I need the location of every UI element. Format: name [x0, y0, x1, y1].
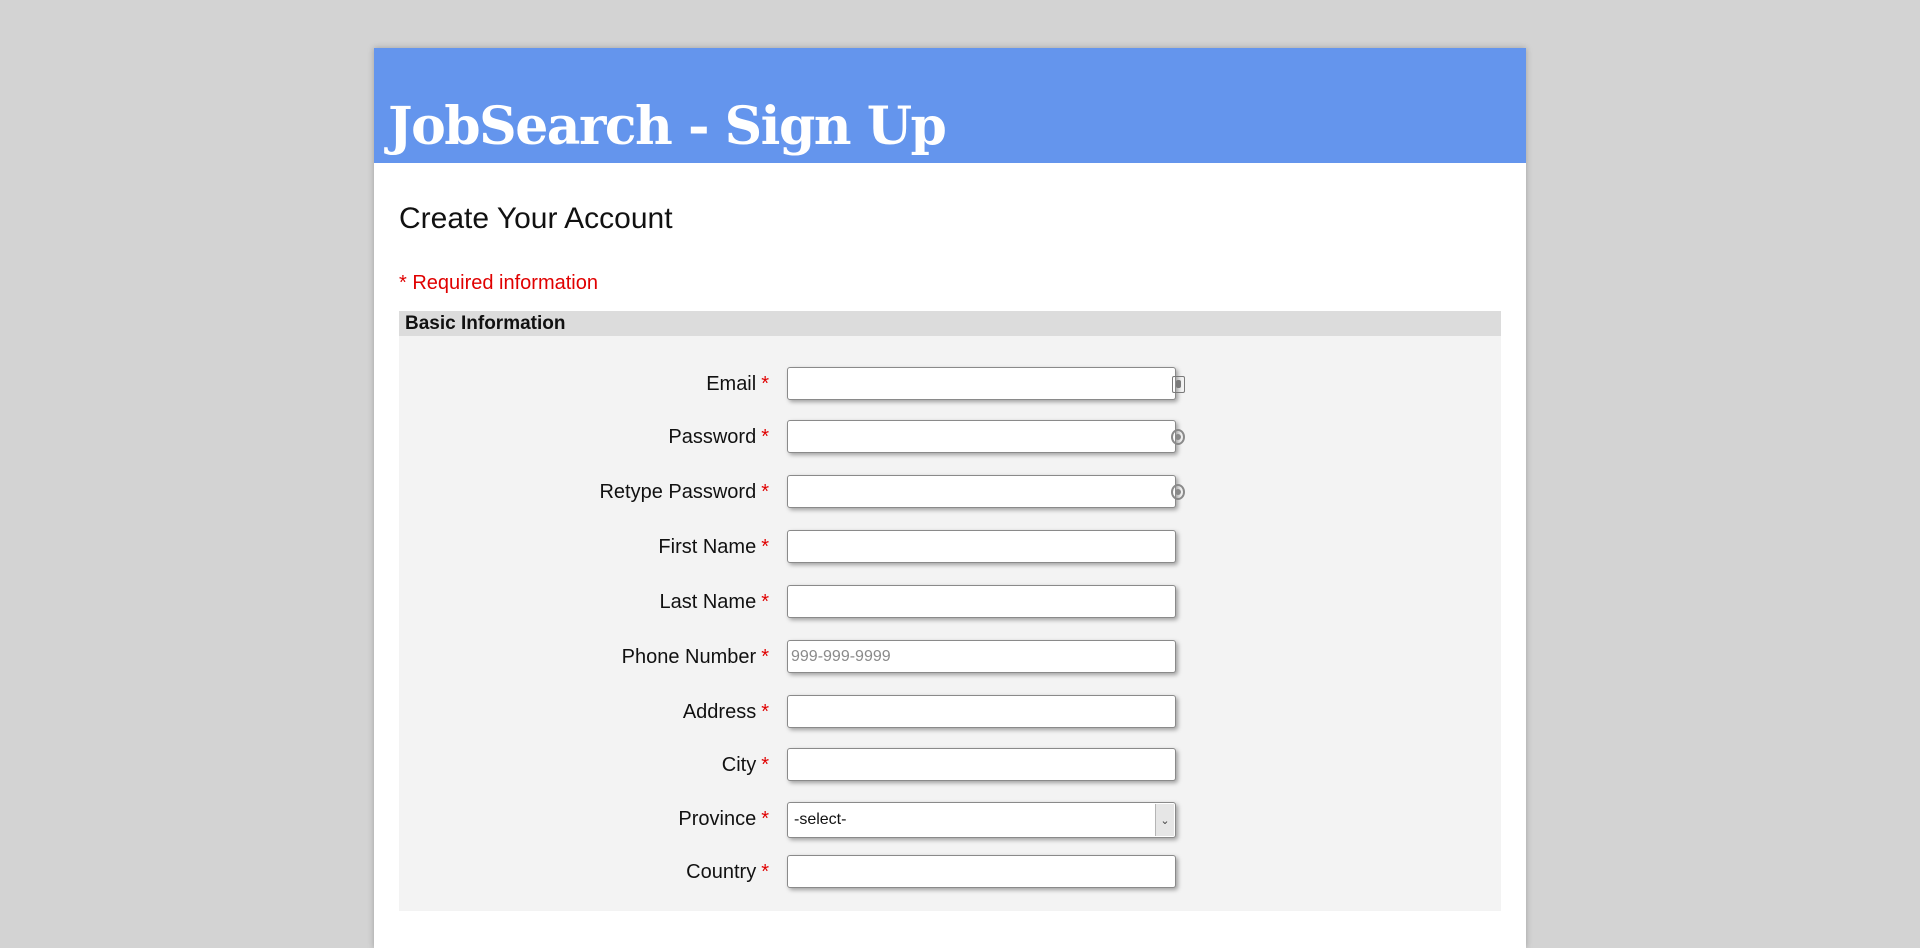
- phone-label: Phone Number *: [621, 646, 769, 668]
- password-label: Password *: [668, 426, 769, 448]
- last-name-row: Last Name *: [399, 585, 1501, 619]
- page-title: Create Your Account: [399, 202, 673, 235]
- province-selected-value: -select-: [794, 811, 847, 828]
- required-note: * Required information: [399, 272, 598, 294]
- retype-password-field[interactable]: [787, 475, 1176, 508]
- province-select[interactable]: -select- ⌄: [787, 802, 1176, 838]
- app-header: JobSearch - Sign Up: [374, 48, 1526, 163]
- province-row: Province * -select- ⌄: [399, 802, 1501, 838]
- required-marker: *: [761, 426, 769, 448]
- retype-password-row: Retype Password *: [399, 475, 1501, 509]
- city-field[interactable]: [787, 748, 1176, 781]
- required-marker: *: [761, 701, 769, 723]
- required-marker: *: [761, 754, 769, 776]
- required-marker: *: [761, 591, 769, 613]
- required-marker: *: [761, 481, 769, 503]
- last-name-field[interactable]: [787, 585, 1176, 618]
- address-field[interactable]: [787, 695, 1176, 728]
- email-row: Email *: [399, 367, 1501, 401]
- signup-card: JobSearch - Sign Up Create Your Account …: [374, 48, 1526, 948]
- first-name-label: First Name *: [658, 536, 769, 558]
- password-key-icon[interactable]: [1171, 428, 1185, 446]
- required-marker: *: [761, 861, 769, 883]
- app-title: JobSearch - Sign Up: [388, 96, 947, 157]
- required-marker: *: [761, 808, 769, 830]
- last-name-label: Last Name *: [659, 591, 769, 613]
- first-name-field[interactable]: [787, 530, 1176, 563]
- phone-field[interactable]: [787, 640, 1176, 673]
- country-field[interactable]: [787, 855, 1176, 888]
- email-field[interactable]: [787, 367, 1176, 400]
- required-marker: *: [761, 373, 769, 395]
- password-key-icon[interactable]: [1171, 483, 1185, 501]
- retype-password-label: Retype Password *: [599, 481, 769, 503]
- address-label: Address *: [682, 701, 769, 723]
- section-title: Basic Information: [399, 311, 1501, 336]
- required-marker: *: [761, 646, 769, 668]
- email-label: Email *: [706, 373, 769, 395]
- country-row: Country *: [399, 855, 1501, 889]
- password-row: Password *: [399, 420, 1501, 454]
- required-marker: *: [761, 536, 769, 558]
- country-label: Country *: [686, 861, 769, 883]
- password-field[interactable]: [787, 420, 1176, 453]
- province-label: Province *: [678, 808, 769, 830]
- city-label: City *: [721, 754, 769, 776]
- contact-card-icon[interactable]: [1171, 375, 1185, 393]
- chevron-down-icon[interactable]: ⌄: [1155, 804, 1174, 836]
- phone-row: Phone Number *: [399, 640, 1501, 674]
- first-name-row: First Name *: [399, 530, 1501, 564]
- address-row: Address *: [399, 695, 1501, 729]
- city-row: City *: [399, 748, 1501, 782]
